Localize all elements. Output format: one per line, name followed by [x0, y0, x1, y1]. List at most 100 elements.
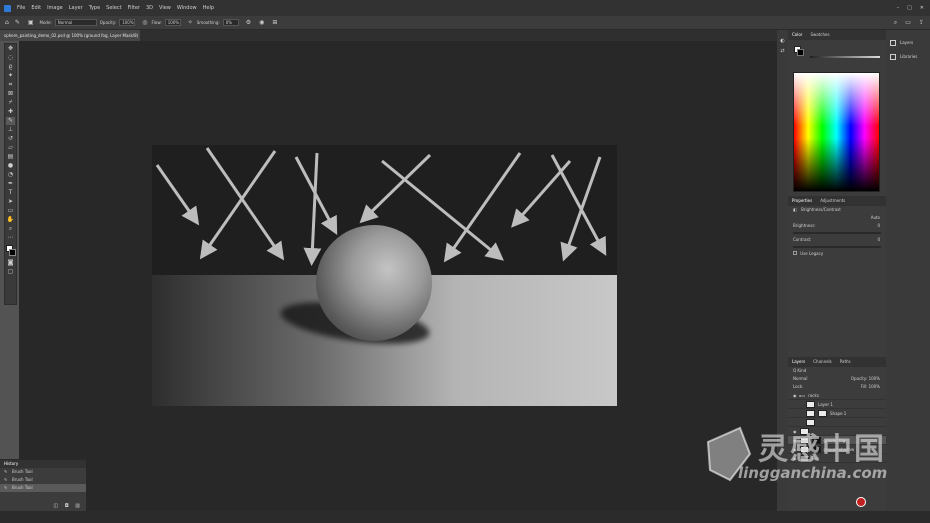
flow-field[interactable]: 100%	[164, 19, 181, 26]
maximize-icon[interactable]: □	[907, 5, 912, 11]
minimize-icon[interactable]: –	[897, 5, 900, 11]
brush-settings-icon[interactable]: ▣	[28, 19, 34, 26]
brightness-slider[interactable]	[793, 232, 881, 234]
arrow	[359, 153, 432, 224]
marquee-tool-icon[interactable]: ◌	[6, 54, 15, 62]
stamp-tool-icon[interactable]: ⊥	[6, 126, 15, 134]
opacity-field[interactable]: 100%	[119, 19, 136, 26]
bg-color-chip[interactable]	[797, 49, 804, 56]
collapse-icon[interactable]: ◐	[777, 38, 788, 44]
smoothing-options-icon[interactable]: ⚙	[246, 19, 251, 26]
close-icon[interactable]: ✕	[920, 5, 924, 11]
menu-edit[interactable]: Edit	[31, 5, 41, 11]
brush-tool-icon[interactable]: ✎	[6, 117, 15, 125]
pressure-opacity-icon[interactable]: ◎	[142, 19, 147, 26]
type-tool-icon[interactable]: T	[6, 189, 15, 197]
fill-value[interactable]: 100%	[869, 384, 880, 389]
color-picker-field[interactable]	[793, 72, 880, 192]
menu-file[interactable]: File	[17, 5, 25, 11]
move-tool-icon[interactable]: ✥	[6, 45, 15, 53]
canvas-document[interactable]	[152, 145, 617, 406]
airbrush-icon[interactable]: ✧	[188, 19, 193, 26]
adjust-icon[interactable]: ⇄	[777, 48, 788, 54]
smoothing-field[interactable]: 0%	[222, 19, 239, 26]
menu-layer[interactable]: Layer	[69, 5, 83, 11]
menu-view[interactable]: View	[159, 5, 171, 11]
snapshot-icon[interactable]: ◫	[53, 503, 58, 509]
tab-properties[interactable]: Properties	[792, 196, 812, 206]
share-icon[interactable]: ⇪	[919, 19, 924, 26]
camera-icon[interactable]: ◘	[65, 503, 69, 509]
layer-row[interactable]: ◉ ▸▭ rocks	[788, 391, 886, 400]
document-tab[interactable]: sphere_painting_demo_02.psd @ 100% (grou…	[0, 30, 140, 49]
screen-mode-icon[interactable]: ▢	[6, 268, 15, 276]
hand-tool-icon[interactable]: ✋	[6, 216, 15, 224]
tab-adjustments[interactable]: Adjustments	[820, 196, 845, 206]
search-icon[interactable]: ⌕	[894, 19, 897, 27]
quick-mask-icon[interactable]: ◙	[6, 259, 15, 267]
arrow	[381, 159, 504, 261]
history-row[interactable]: ✎ Brush Tool	[0, 476, 86, 484]
use-legacy-label: Use Legacy	[800, 251, 824, 256]
color-swatches[interactable]	[5, 244, 16, 258]
eyedropper-tool-icon[interactable]: ⌿	[6, 99, 15, 107]
auto-button[interactable]: Auto	[788, 214, 886, 222]
history-panel-title[interactable]: History	[4, 460, 18, 468]
fill-label: Fill:	[860, 384, 868, 389]
layer-filter-kind[interactable]: Q Kind	[788, 367, 886, 375]
eye-icon[interactable]: ◉	[793, 391, 797, 400]
tab-layers[interactable]: Layers	[792, 357, 805, 367]
tab-swatches[interactable]: Swatches	[810, 30, 829, 40]
blend-mode-select[interactable]: Normal	[793, 376, 807, 381]
mode-select[interactable]: Normal	[54, 19, 97, 26]
brightness-value[interactable]: 0	[877, 222, 880, 230]
use-legacy-row[interactable]: Use Legacy	[788, 250, 886, 258]
menu-select[interactable]: Select	[106, 5, 121, 11]
app-logo-icon[interactable]	[4, 4, 11, 12]
magic-wand-tool-icon[interactable]: ✦	[6, 72, 15, 80]
blur-tool-icon[interactable]: ●	[6, 162, 15, 170]
panel-button-layers[interactable]: Layers	[886, 36, 930, 50]
shape-tool-icon[interactable]: ▭	[6, 207, 15, 215]
panel-button-libraries[interactable]: Libraries	[886, 50, 930, 64]
trash-icon[interactable]: ▥	[75, 503, 80, 509]
color-fg-bg[interactable]	[794, 46, 804, 56]
tab-channels[interactable]: Channels	[813, 357, 832, 367]
gradient-tool-icon[interactable]: ▤	[6, 153, 15, 161]
healing-tool-icon[interactable]: ✚	[6, 108, 15, 116]
use-legacy-checkbox[interactable]	[793, 251, 797, 255]
menu-image[interactable]: Image	[47, 5, 63, 11]
layer-opacity-value[interactable]: 100%	[869, 376, 880, 381]
layer-row[interactable]: Shape 1	[788, 409, 886, 418]
menu-filter[interactable]: Filter	[128, 5, 140, 11]
lock-label: Lock:	[793, 384, 804, 389]
lasso-tool-icon[interactable]: ϱ	[6, 63, 15, 71]
path-selection-tool-icon[interactable]: ➤	[6, 198, 15, 206]
frame-tool-icon[interactable]: ⊠	[6, 90, 15, 98]
menu-type[interactable]: Type	[89, 5, 100, 11]
arrow	[199, 150, 277, 260]
history-row[interactable]: ✎ Brush Tool	[0, 484, 86, 492]
pen-tool-icon[interactable]: ✒	[6, 180, 15, 188]
hue-slider[interactable]	[810, 56, 880, 58]
dodge-tool-icon[interactable]: ◔	[6, 171, 15, 179]
contrast-slider[interactable]	[793, 246, 881, 248]
history-brush-tool-icon[interactable]: ↺	[6, 135, 15, 143]
tab-paths[interactable]: Paths	[840, 357, 851, 367]
more-tools-icon[interactable]: ⋯	[6, 234, 15, 242]
menu-help[interactable]: Help	[203, 5, 214, 11]
eraser-tool-icon[interactable]: ▱	[6, 144, 15, 152]
contrast-value[interactable]: 0	[877, 236, 880, 244]
brush-preset-icon[interactable]: ✎	[15, 19, 20, 26]
history-row[interactable]: ✎ Brush Tool	[0, 468, 86, 476]
tab-color[interactable]: Color	[792, 30, 802, 40]
background-color-swatch[interactable]	[9, 249, 16, 256]
pressure-size-icon[interactable]: ◉	[259, 19, 264, 26]
home-icon[interactable]: ⌂	[5, 19, 9, 26]
workspace-icon[interactable]: ▭	[905, 19, 911, 26]
menu-3d[interactable]: 3D	[146, 5, 153, 11]
crop-tool-icon[interactable]: ⌗	[6, 81, 15, 89]
zoom-tool-icon[interactable]: ⌕	[6, 225, 15, 233]
symmetry-icon[interactable]: ⊞	[272, 19, 277, 26]
menu-window[interactable]: Window	[177, 5, 197, 11]
